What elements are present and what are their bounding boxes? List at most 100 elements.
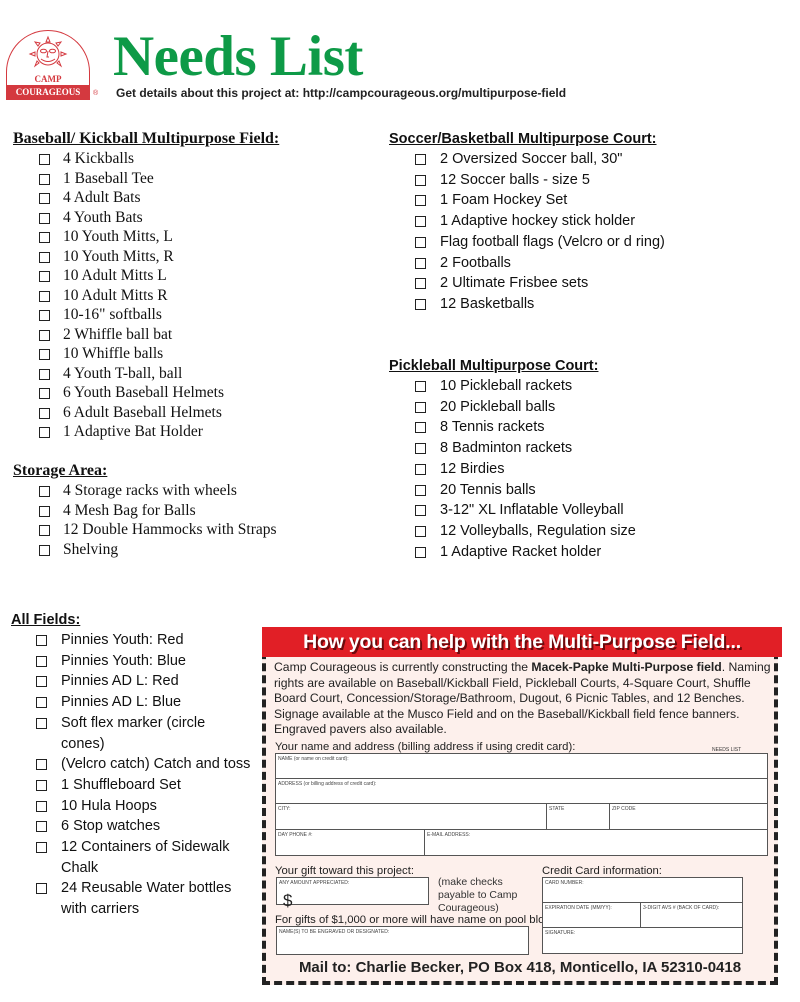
checkbox-icon[interactable]: [415, 381, 426, 392]
card-number-field[interactable]: CARD NUMBER:: [542, 877, 743, 903]
checkbox-icon[interactable]: [39, 525, 50, 536]
item-label: Pinnies Youth: Red: [61, 632, 184, 648]
checkbox-icon[interactable]: [39, 349, 50, 360]
checklist-item: 10 Pickleball rackets: [415, 376, 636, 397]
item-label: 12 Double Hammocks with Straps: [63, 521, 277, 538]
checkbox-icon[interactable]: [415, 216, 426, 228]
item-label: 10 Youth Mitts, R: [63, 247, 174, 265]
checkbox-icon[interactable]: [415, 278, 426, 290]
checkbox-icon[interactable]: [415, 463, 426, 475]
field-label: DAY PHONE #:: [278, 832, 313, 838]
email-field[interactable]: E-MAIL ADDRESS:: [424, 829, 768, 856]
item-label: 1 Shuffleboard Set: [61, 776, 181, 793]
address-field[interactable]: ADDRESS (or billing address of credit ca…: [275, 778, 768, 804]
item-label: 12 Basketballs: [440, 295, 535, 312]
checkbox-icon[interactable]: [36, 676, 47, 688]
checkbox-icon[interactable]: [39, 427, 50, 438]
item-label: 4 Youth Bats: [63, 208, 143, 226]
checkbox-icon[interactable]: [415, 525, 426, 537]
item-label: 4 Mesh Bag for Balls: [63, 501, 196, 519]
expiration-field[interactable]: EXPIRATION DATE (MM/YY):: [542, 902, 641, 928]
field-label: CITY:: [278, 806, 291, 812]
state-field[interactable]: STATE: [546, 803, 610, 830]
checkbox-icon[interactable]: [36, 800, 47, 812]
gift-amount-field[interactable]: ANY AMOUNT APPRECIATED: $: [276, 877, 429, 910]
zip-field[interactable]: ZIP CODE: [609, 803, 768, 830]
field-label: E-MAIL ADDRESS:: [427, 832, 471, 838]
field-label: ANY AMOUNT APPRECIATED:: [279, 880, 350, 886]
checkbox-icon[interactable]: [39, 368, 50, 380]
checklist-item: 12 Birdies: [415, 459, 636, 480]
item-label: 4 Youth T-ball, ball: [63, 364, 183, 382]
dollar-sign: $: [283, 891, 293, 910]
checkbox-icon[interactable]: [415, 236, 426, 248]
checklist-item: 12 Double Hammocks with Straps: [39, 520, 277, 540]
section-heading: Soccer/Basketball Multipurpose Court:: [389, 131, 657, 147]
field-label: 3-DIGIT AVS # (BACK OF CARD):: [643, 905, 720, 911]
registered-mark: ®: [93, 90, 99, 97]
item-label: 1 Adaptive hockey stick holder: [440, 213, 636, 230]
section-heading: Pickleball Multipurpose Court:: [389, 358, 599, 374]
engraved-names-field[interactable]: NAME(S) TO BE ENGRAVED OR DESIGNATED:: [276, 926, 529, 955]
item-label: 24 Reusable Water bottles with carriers: [61, 880, 232, 918]
checkbox-icon[interactable]: [39, 407, 50, 419]
checkbox-icon[interactable]: [39, 212, 50, 224]
checkbox-icon[interactable]: [39, 505, 50, 517]
checkbox-icon[interactable]: [39, 388, 50, 399]
checkbox-icon[interactable]: [39, 154, 50, 165]
checklist: 4 Storage racks with wheels 4 Mesh Bag fo…: [39, 481, 277, 559]
checkbox-icon[interactable]: [36, 821, 47, 833]
item-label: 2 Ultimate Frisbee sets: [440, 275, 589, 292]
signature-field[interactable]: SIGNATURE:: [542, 927, 743, 954]
checkbox-icon[interactable]: [39, 173, 50, 185]
name-field[interactable]: NAME (or name on credit card):: [275, 753, 768, 779]
field-label: NAME (or name on credit card):: [278, 756, 349, 762]
checks-payable-note: (make checks payable to Camp Courageous): [438, 876, 518, 914]
checklist-item: Pinnies AD L: Blue: [36, 692, 256, 713]
field-label: NAME(S) TO BE ENGRAVED OR DESIGNATED:: [279, 929, 390, 935]
checkbox-icon[interactable]: [39, 290, 50, 302]
checkbox-icon[interactable]: [415, 546, 426, 558]
checkbox-icon[interactable]: [36, 655, 47, 667]
section-heading: All Fields:: [11, 612, 81, 628]
checkbox-icon[interactable]: [415, 195, 426, 207]
checkbox-icon[interactable]: [36, 717, 47, 729]
checkbox-icon[interactable]: [36, 842, 47, 854]
checklist-item: Pinnies Youth: Blue: [36, 651, 256, 672]
avs-field[interactable]: 3-DIGIT AVS # (BACK OF CARD):: [640, 902, 743, 928]
section-heading: Storage Area:: [13, 462, 108, 479]
checkbox-icon[interactable]: [39, 544, 50, 556]
checkbox-icon[interactable]: [39, 329, 50, 341]
checkbox-icon[interactable]: [415, 298, 426, 310]
checkbox-icon[interactable]: [39, 232, 50, 243]
checkbox-icon[interactable]: [39, 193, 50, 204]
checkbox-icon[interactable]: [415, 505, 426, 517]
checkbox-icon[interactable]: [415, 422, 426, 434]
checkbox-icon[interactable]: [39, 251, 50, 263]
field-label: SIGNATURE:: [545, 930, 576, 936]
checkbox-icon[interactable]: [36, 759, 47, 771]
item-label: Pinnies AD L: Red: [61, 673, 179, 690]
checkbox-icon[interactable]: [36, 635, 47, 646]
checklist-item: 6 Adult Baseball Helmets: [39, 403, 279, 423]
item-label: (Velcro catch) Catch and toss: [61, 756, 251, 773]
checkbox-icon[interactable]: [36, 883, 47, 895]
city-field[interactable]: CITY:: [275, 803, 547, 830]
checkbox-icon[interactable]: [39, 310, 50, 321]
checkbox-icon[interactable]: [415, 257, 426, 269]
checklist-item: 10 Adult Mitts R: [39, 286, 279, 306]
checkbox-icon[interactable]: [39, 271, 50, 282]
checklist-item: 1 Foam Hockey Set: [415, 190, 665, 211]
phone-field[interactable]: DAY PHONE #:: [275, 829, 425, 856]
checkbox-icon[interactable]: [39, 486, 50, 497]
checkbox-icon[interactable]: [36, 779, 47, 791]
field-label: ADDRESS (or billing address of credit ca…: [278, 781, 377, 787]
checkbox-icon[interactable]: [415, 484, 426, 496]
checkbox-icon[interactable]: [36, 697, 47, 709]
checklist-item: 1 Adaptive hockey stick holder: [415, 211, 665, 232]
checkbox-icon[interactable]: [415, 443, 426, 455]
checkbox-icon[interactable]: [415, 154, 426, 165]
item-label: 4 Kickballs: [63, 150, 135, 167]
checkbox-icon[interactable]: [415, 174, 426, 186]
checkbox-icon[interactable]: [415, 401, 426, 413]
